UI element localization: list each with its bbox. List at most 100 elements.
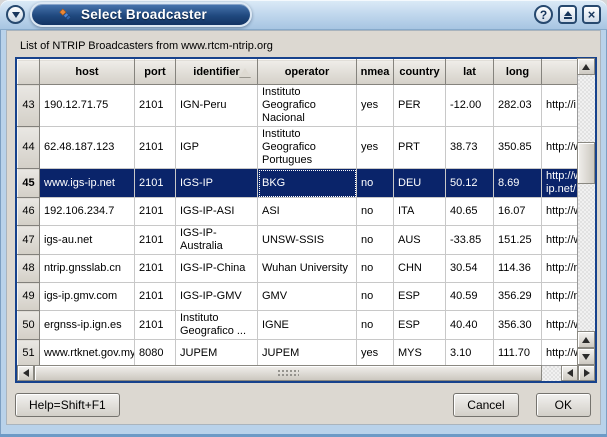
scroll-up-button[interactable] bbox=[577, 58, 595, 75]
row-number[interactable]: 44 bbox=[18, 127, 40, 169]
cell-port[interactable]: 2101 bbox=[135, 255, 176, 283]
header-country[interactable]: country bbox=[394, 60, 446, 85]
vertical-scroll-thumb[interactable] bbox=[577, 142, 595, 184]
cell-lat[interactable]: -12.00 bbox=[446, 85, 494, 127]
cell-country[interactable]: PER bbox=[394, 85, 446, 127]
row-number[interactable]: 47 bbox=[18, 226, 40, 255]
cell-nmea[interactable]: no bbox=[357, 198, 394, 226]
cell-long[interactable]: 8.69 bbox=[494, 169, 542, 198]
cell-url[interactable]: http://w bbox=[542, 226, 578, 255]
cell-long[interactable]: 282.03 bbox=[494, 85, 542, 127]
cell-lat[interactable]: 3.10 bbox=[446, 340, 494, 366]
cell-host[interactable]: 192.106.234.7 bbox=[40, 198, 135, 226]
cell-identifier[interactable]: Instituto Geografico ... bbox=[176, 311, 258, 340]
window-menu-button[interactable] bbox=[6, 5, 25, 24]
cell-url[interactable]: http://n bbox=[542, 255, 578, 283]
row-number[interactable]: 43 bbox=[18, 85, 40, 127]
help-button[interactable]: ? bbox=[534, 5, 553, 24]
cell-nmea[interactable]: yes bbox=[357, 127, 394, 169]
cell-port[interactable]: 8080 bbox=[135, 340, 176, 366]
header-corner[interactable] bbox=[18, 60, 40, 85]
row-number[interactable]: 45 bbox=[18, 169, 40, 198]
cell-lat[interactable]: 30.54 bbox=[446, 255, 494, 283]
scroll-down-button[interactable] bbox=[577, 348, 595, 365]
row-number[interactable]: 46 bbox=[18, 198, 40, 226]
cell-long[interactable]: 16.07 bbox=[494, 198, 542, 226]
titlebar[interactable]: Select Broadcaster ? × bbox=[0, 0, 607, 30]
cell-host[interactable]: 190.12.71.75 bbox=[40, 85, 135, 127]
scroll-right-button[interactable] bbox=[578, 365, 595, 381]
cell-long[interactable]: 356.30 bbox=[494, 311, 542, 340]
cell-operator[interactable]: Instituto Geografico Nacional bbox=[258, 85, 357, 127]
cell-url[interactable]: http://w ip.net/ bbox=[542, 169, 578, 198]
cell-identifier[interactable]: IGS-IP-ASI bbox=[176, 198, 258, 226]
cell-lat[interactable]: 40.65 bbox=[446, 198, 494, 226]
cell-nmea[interactable]: no bbox=[357, 255, 394, 283]
horizontal-scroll-thumb[interactable] bbox=[34, 365, 542, 381]
cell-url[interactable]: http://i bbox=[542, 85, 578, 127]
cell-host[interactable]: igs-au.net bbox=[40, 226, 135, 255]
cell-country[interactable]: ESP bbox=[394, 283, 446, 311]
cell-host[interactable]: www.rtknet.gov.my bbox=[40, 340, 135, 366]
scroll-left-button[interactable] bbox=[17, 365, 34, 381]
cell-identifier[interactable]: IGS-IP-GMV bbox=[176, 283, 258, 311]
cancel-button[interactable]: Cancel bbox=[453, 393, 518, 417]
row-number[interactable]: 48 bbox=[18, 255, 40, 283]
cell-operator[interactable]: JUPEM bbox=[258, 340, 357, 366]
cell-nmea[interactable]: yes bbox=[357, 340, 394, 366]
header-lat[interactable]: lat bbox=[446, 60, 494, 85]
cell-operator[interactable]: ASI bbox=[258, 198, 357, 226]
title-pill[interactable]: Select Broadcaster bbox=[30, 2, 252, 27]
scroll-left-button-2[interactable] bbox=[561, 365, 578, 381]
cell-long[interactable]: 114.36 bbox=[494, 255, 542, 283]
cell-country[interactable]: MYS bbox=[394, 340, 446, 366]
header-operator[interactable]: operator bbox=[258, 60, 357, 85]
header-port[interactable]: port bbox=[135, 60, 176, 85]
cell-country[interactable]: CHN bbox=[394, 255, 446, 283]
cell-port[interactable]: 2101 bbox=[135, 226, 176, 255]
cell-host[interactable]: ergnss-ip.ign.es bbox=[40, 311, 135, 340]
cell-operator[interactable]: Wuhan University bbox=[258, 255, 357, 283]
header-identifier[interactable]: identifier bbox=[176, 60, 258, 85]
cell-nmea[interactable]: no bbox=[357, 311, 394, 340]
cell-port[interactable]: 2101 bbox=[135, 85, 176, 127]
cell-country[interactable]: AUS bbox=[394, 226, 446, 255]
cell-port[interactable]: 2101 bbox=[135, 169, 176, 198]
cell-identifier[interactable]: IGN-Peru bbox=[176, 85, 258, 127]
vertical-scrollbar[interactable] bbox=[577, 59, 595, 365]
help-shortcut-button[interactable]: Help=Shift+F1 bbox=[15, 393, 120, 417]
cell-country[interactable]: ITA bbox=[394, 198, 446, 226]
row-number[interactable]: 51 bbox=[18, 340, 40, 366]
cell-operator[interactable]: IGNE bbox=[258, 311, 357, 340]
cell-port[interactable]: 2101 bbox=[135, 283, 176, 311]
cell-country[interactable]: DEU bbox=[394, 169, 446, 198]
cell-nmea[interactable]: no bbox=[357, 169, 394, 198]
cell-host[interactable]: www.igs-ip.net bbox=[40, 169, 135, 198]
cell-lat[interactable]: 40.40 bbox=[446, 311, 494, 340]
cell-host[interactable]: 62.48.187.123 bbox=[40, 127, 135, 169]
cell-url[interactable]: http://w bbox=[542, 198, 578, 226]
cell-url[interactable]: http://w bbox=[542, 311, 578, 340]
cell-identifier[interactable]: IGS-IP- Australia bbox=[176, 226, 258, 255]
row-number[interactable]: 50 bbox=[18, 311, 40, 340]
cell-identifier[interactable]: IGS-IP-China bbox=[176, 255, 258, 283]
cell-identifier[interactable]: JUPEM bbox=[176, 340, 258, 366]
cell-country[interactable]: ESP bbox=[394, 311, 446, 340]
cell-long[interactable]: 151.25 bbox=[494, 226, 542, 255]
cell-host[interactable]: ntrip.gnsslab.cn bbox=[40, 255, 135, 283]
cell-port[interactable]: 2101 bbox=[135, 311, 176, 340]
scroll-up-button-2[interactable] bbox=[577, 331, 595, 348]
cell-lat[interactable]: 38.73 bbox=[446, 127, 494, 169]
cell-lat[interactable]: 40.59 bbox=[446, 283, 494, 311]
cell-lat[interactable]: 50.12 bbox=[446, 169, 494, 198]
cell-operator[interactable]: BKG bbox=[258, 169, 357, 198]
cell-nmea[interactable]: yes bbox=[357, 85, 394, 127]
cell-host[interactable]: igs-ip.gmv.com bbox=[40, 283, 135, 311]
cell-country[interactable]: PRT bbox=[394, 127, 446, 169]
cell-nmea[interactable]: no bbox=[357, 226, 394, 255]
horizontal-scrollbar[interactable] bbox=[17, 365, 595, 381]
cell-nmea[interactable]: no bbox=[357, 283, 394, 311]
cell-url[interactable]: http://w bbox=[542, 340, 578, 366]
header-long[interactable]: long bbox=[494, 60, 542, 85]
cell-url[interactable]: http://n bbox=[542, 283, 578, 311]
